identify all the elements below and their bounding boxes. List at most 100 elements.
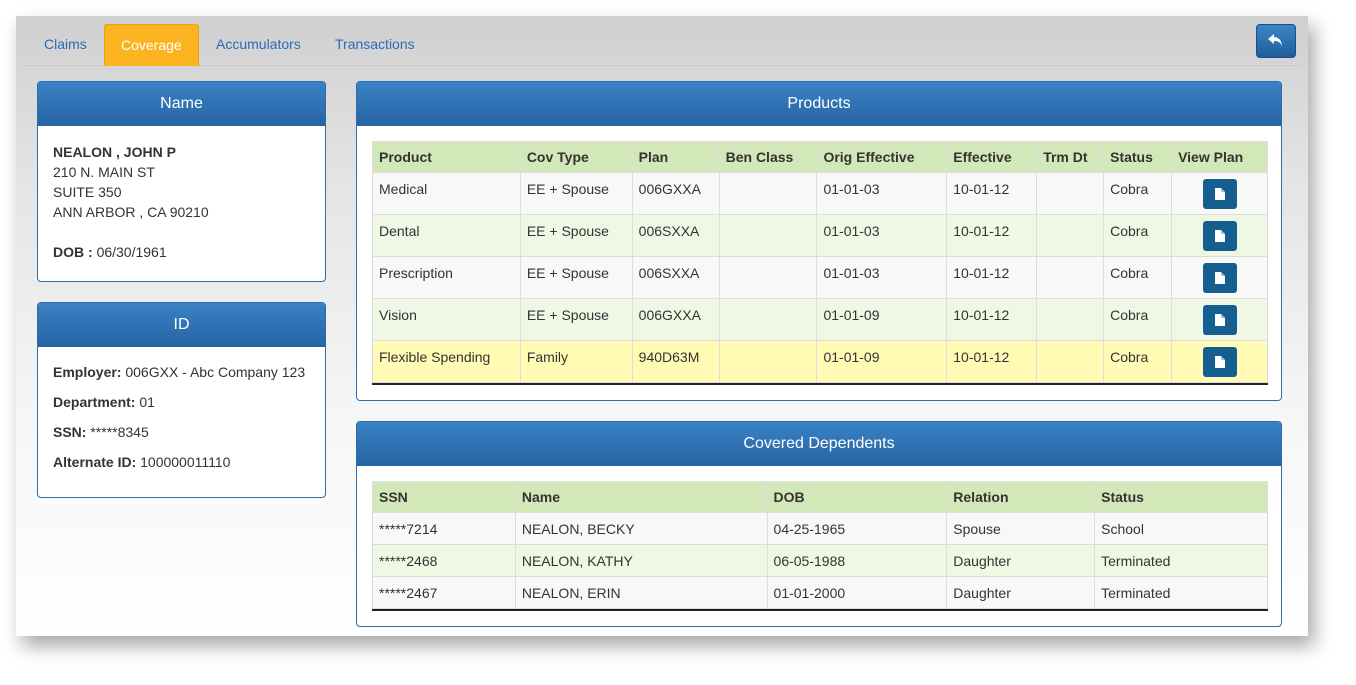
- col-name: Name: [514, 481, 768, 513]
- col-orig-effective: Orig Effective: [816, 141, 948, 173]
- name-cell: NEALON, KATHY: [514, 544, 768, 577]
- employer-label: Employer:: [53, 364, 122, 380]
- relation-cell: Spouse: [946, 512, 1096, 545]
- table-row: Medical EE + Spouse 006GXXA 01-01-03 10-…: [372, 172, 1268, 215]
- orig-effective-cell: 01-01-09: [816, 298, 948, 341]
- dependents-panel: Covered Dependents SSN Name DOB Relation…: [356, 421, 1282, 627]
- relation-cell: Daughter: [946, 576, 1096, 609]
- trm-dt-cell: [1036, 256, 1105, 299]
- view-plan-button[interactable]: [1202, 179, 1237, 209]
- status-cell: Cobra: [1103, 340, 1173, 383]
- effective-cell: 10-01-12: [946, 256, 1038, 299]
- document-icon: [1214, 230, 1225, 242]
- id-panel-body: Employer: 006GXX - Abc Company 123 Depar…: [38, 347, 325, 497]
- id-panel-title: ID: [38, 303, 325, 347]
- products-header-row: Product Cov Type Plan Ben Class Orig Eff…: [372, 141, 1268, 173]
- department-label: Department:: [53, 394, 136, 410]
- department-value: 01: [139, 394, 155, 410]
- products-panel-title: Products: [357, 82, 1281, 126]
- name-panel-title: Name: [38, 82, 325, 126]
- dob-cell: 01-01-2000: [766, 576, 948, 609]
- ben-class-cell: [718, 340, 818, 383]
- ben-class-cell: [718, 298, 818, 341]
- products-table-wrap: Product Cov Type Plan Ben Class Orig Eff…: [372, 141, 1268, 385]
- col-relation: Relation: [946, 481, 1096, 513]
- products-table: Product Cov Type Plan Ben Class Orig Eff…: [372, 141, 1268, 383]
- product-cell: Flexible Spending: [372, 340, 521, 383]
- name-panel-body: NEALON , JOHN P 210 N. MAIN ST SUITE 350…: [38, 126, 325, 278]
- col-status: Status: [1103, 141, 1173, 173]
- status-cell: Cobra: [1103, 172, 1173, 215]
- dependents-table-wrap: SSN Name DOB Relation Status *****7214 N…: [372, 481, 1268, 611]
- document-icon: [1214, 356, 1225, 368]
- products-panel: Products Product Cov Type Plan Ben Class…: [356, 81, 1282, 401]
- view-plan-button[interactable]: [1202, 347, 1237, 377]
- tab-claims[interactable]: Claims: [28, 24, 103, 66]
- ssn-cell: *****2467: [372, 576, 516, 609]
- view-plan-button[interactable]: [1202, 263, 1237, 293]
- view-plan-cell: [1171, 214, 1268, 257]
- tab-coverage[interactable]: Coverage: [104, 24, 199, 66]
- table-row: *****7214 NEALON, BECKY 04-25-1965 Spous…: [372, 512, 1268, 545]
- status-cell: Terminated: [1094, 544, 1268, 577]
- plan-cell: 006GXXA: [631, 298, 720, 341]
- undo-arrow-icon: [1268, 34, 1282, 47]
- view-plan-button[interactable]: [1202, 221, 1237, 251]
- status-cell: Cobra: [1103, 214, 1173, 257]
- trm-dt-cell: [1036, 214, 1105, 257]
- plan-cell: 006GXXA: [631, 172, 720, 215]
- ssn-value: *****8345: [90, 424, 149, 440]
- cov-type-cell: EE + Spouse: [519, 172, 633, 215]
- view-plan-cell: [1171, 172, 1268, 215]
- product-cell: Prescription: [372, 256, 521, 299]
- product-cell: Medical: [372, 172, 521, 215]
- plan-cell: 006SXXA: [631, 256, 720, 299]
- product-cell: Vision: [372, 298, 521, 341]
- view-plan-cell: [1171, 298, 1268, 341]
- orig-effective-cell: 01-01-03: [816, 172, 948, 215]
- cov-type-cell: EE + Spouse: [519, 256, 633, 299]
- table-row: *****2467 NEALON, ERIN 01-01-2000 Daught…: [372, 576, 1268, 609]
- document-icon: [1214, 272, 1225, 284]
- dob-cell: 04-25-1965: [766, 512, 948, 545]
- tab-transactions[interactable]: Transactions: [319, 24, 431, 66]
- address-line-1: 210 N. MAIN ST: [53, 164, 155, 180]
- col-ben-class: Ben Class: [718, 141, 818, 173]
- dependents-panel-title: Covered Dependents: [357, 422, 1281, 466]
- ben-class-cell: [718, 172, 818, 215]
- table-row: *****2468 NEALON, KATHY 06-05-1988 Daugh…: [372, 544, 1268, 577]
- cov-type-cell: Family: [519, 340, 633, 383]
- status-cell: Terminated: [1094, 576, 1268, 609]
- tab-accumulators[interactable]: Accumulators: [200, 24, 317, 66]
- product-cell: Dental: [372, 214, 521, 257]
- effective-cell: 10-01-12: [946, 340, 1038, 383]
- ben-class-cell: [718, 256, 818, 299]
- name-cell: NEALON, BECKY: [514, 512, 768, 545]
- dob-value: 06/30/1961: [96, 244, 167, 260]
- trm-dt-cell: [1036, 172, 1105, 215]
- effective-cell: 10-01-12: [946, 298, 1038, 341]
- status-cell: Cobra: [1103, 256, 1173, 299]
- ssn-label: SSN:: [53, 424, 87, 440]
- name-cell: NEALON, ERIN: [514, 576, 768, 609]
- effective-cell: 10-01-12: [946, 214, 1038, 257]
- status-cell: Cobra: [1103, 298, 1173, 341]
- col-product: Product: [372, 141, 521, 173]
- view-plan-cell: [1171, 256, 1268, 299]
- orig-effective-cell: 01-01-09: [816, 340, 948, 383]
- ssn-cell: *****2468: [372, 544, 516, 577]
- status-cell: School: [1094, 512, 1268, 545]
- alternate-id-value: 100000011110: [140, 454, 231, 470]
- back-button[interactable]: [1256, 24, 1296, 58]
- document-icon: [1214, 314, 1225, 326]
- alternate-id-label: Alternate ID:: [53, 454, 137, 470]
- table-row: Vision EE + Spouse 006GXXA 01-01-09 10-0…: [372, 298, 1268, 341]
- table-row-selected: Flexible Spending Family 940D63M 01-01-0…: [372, 340, 1268, 383]
- view-plan-button[interactable]: [1202, 305, 1237, 335]
- orig-effective-cell: 01-01-03: [816, 256, 948, 299]
- col-effective: Effective: [946, 141, 1038, 173]
- address-city-state-zip: ANN ARBOR , CA 90210: [53, 204, 209, 220]
- relation-cell: Daughter: [946, 544, 1096, 577]
- effective-cell: 10-01-12: [946, 172, 1038, 215]
- col-plan: Plan: [631, 141, 720, 173]
